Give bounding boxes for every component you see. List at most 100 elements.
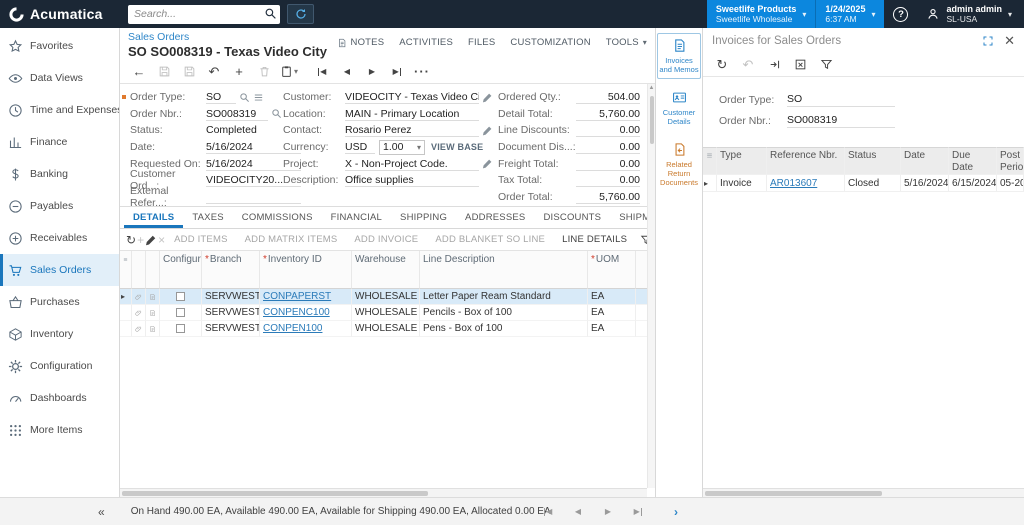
main-horizontal-scrollbar[interactable] — [120, 488, 647, 497]
sidebar-item-configuration[interactable]: Configuration — [0, 350, 119, 382]
external-reference-value[interactable] — [206, 190, 301, 204]
activities-button[interactable]: ACTIVITIES — [399, 37, 453, 48]
grid-row-1[interactable]: ▸ SERVWEST CONPAPERST WHOLESALE Letter P… — [120, 289, 655, 305]
column-header-uom[interactable]: UOM — [588, 251, 636, 289]
reference-nbr-link[interactable]: AR013607 — [770, 178, 817, 189]
add-invoice-button[interactable]: ADD INVOICE — [346, 234, 426, 245]
tab-taxes[interactable]: TAXES — [183, 207, 232, 228]
column-header-due-date[interactable]: Due Date — [949, 147, 997, 175]
uom-cell[interactable]: EA — [588, 289, 636, 305]
customer-value[interactable]: VIDEOCITY - Texas Video City — [345, 90, 479, 104]
pencil-icon[interactable] — [482, 92, 493, 103]
grid-row-3[interactable]: SERVWEST CONPEN100 WHOLESALE Pens - Box … — [120, 321, 655, 337]
contact-value[interactable]: Rosario Perez — [345, 123, 479, 137]
inventory-id-link[interactable]: CONPENC100 — [263, 307, 330, 318]
tab-shipping[interactable]: SHIPPING — [391, 207, 456, 228]
sidebar-item-more-items[interactable]: More Items — [0, 414, 119, 446]
pencil-icon[interactable] — [482, 125, 493, 136]
sidebar-item-time-and-expenses[interactable]: Time and Expenses — [0, 94, 119, 126]
lookup-icon[interactable] — [239, 92, 250, 103]
line-description-cell[interactable]: Pencils - Box of 100 — [420, 305, 588, 321]
delete-row-icon[interactable]: × — [158, 231, 165, 249]
business-date-picker[interactable]: 1/24/2025 6:37 AM ▾ — [816, 0, 884, 28]
column-header-branch[interactable]: Branch — [202, 251, 260, 289]
refresh-icon[interactable]: ↻ — [126, 231, 136, 249]
due-date-cell[interactable]: 6/15/2024 — [949, 175, 997, 192]
add-matrix-items-button[interactable]: ADD MATRIX ITEMS — [237, 234, 346, 245]
clipboard-menu-button[interactable]: ▾ — [278, 62, 300, 82]
add-items-button[interactable]: ADD ITEMS — [166, 234, 236, 245]
more-actions-button[interactable]: ··· — [411, 62, 433, 82]
warehouse-cell[interactable]: WHOLESALE — [352, 289, 420, 305]
cancel-changes-button[interactable]: ↶ — [203, 62, 225, 82]
customization-button[interactable]: CUSTOMIZATION — [510, 37, 590, 48]
panel-order-nbr-value[interactable]: SO008319 — [787, 113, 895, 128]
order-type-value[interactable]: SO — [206, 90, 236, 104]
next-record-button[interactable]: ▶ — [361, 62, 383, 82]
column-header-configurable[interactable]: Configurat — [160, 251, 202, 289]
tools-menu-button[interactable]: TOOLS▾ — [606, 37, 647, 48]
previous-page-button[interactable]: ◀ — [570, 504, 586, 520]
uom-cell[interactable]: EA — [588, 321, 636, 337]
previous-record-button[interactable]: ◀ — [336, 62, 358, 82]
column-header-line-description[interactable]: Line Description — [420, 251, 588, 289]
side-tab-invoices-and-memos[interactable]: Invoices and Memos — [657, 33, 701, 79]
column-header-status[interactable]: Status — [845, 147, 901, 175]
delete-record-button[interactable] — [253, 62, 275, 82]
scrollbar-thumb[interactable] — [650, 96, 654, 144]
sidebar-item-purchases[interactable]: Purchases — [0, 286, 119, 318]
project-value[interactable]: X - Non-Project Code. — [345, 157, 479, 171]
sidebar-item-data-views[interactable]: Data Views — [0, 62, 119, 94]
warehouse-cell[interactable]: WHOLESALE — [352, 305, 420, 321]
tab-commissions[interactable]: COMMISSIONS — [233, 207, 322, 228]
configurable-checkbox[interactable] — [176, 324, 185, 333]
fit-width-icon[interactable] — [767, 55, 781, 75]
configurable-checkbox[interactable] — [176, 308, 185, 317]
line-details-button[interactable]: LINE DETAILS — [554, 234, 635, 245]
location-value[interactable]: MAIN - Primary Location — [345, 107, 479, 121]
inventory-id-link[interactable]: CONPEN100 — [263, 323, 322, 334]
post-period-cell[interactable]: 05-2024 — [997, 175, 1024, 192]
line-description-cell[interactable]: Pens - Box of 100 — [420, 321, 588, 337]
date-cell[interactable]: 5/16/2024 — [901, 175, 949, 192]
sidebar-item-favorites[interactable]: Favorites — [0, 30, 119, 62]
expand-side-panel-icon[interactable]: › — [674, 505, 678, 519]
scrollbar-thumb[interactable] — [705, 491, 882, 496]
help-menu[interactable]: ? — [884, 0, 917, 28]
status-cell[interactable]: Closed — [845, 175, 901, 192]
column-header-post-period[interactable]: Post Period — [997, 147, 1024, 175]
search-input[interactable] — [128, 5, 280, 24]
grid-settings-cell[interactable] — [120, 251, 132, 289]
scrollbar-thumb[interactable] — [122, 491, 428, 496]
column-header-warehouse[interactable]: Warehouse — [352, 251, 420, 289]
invoice-row[interactable]: ▸ Invoice AR013607 Closed 5/16/2024 6/15… — [703, 175, 1024, 192]
recently-visited-button[interactable] — [287, 4, 314, 24]
sidebar-item-payables[interactable]: Payables — [0, 190, 119, 222]
currency-rate-select[interactable]: 1.00 ▾ — [379, 140, 425, 155]
edit-details-icon[interactable] — [253, 92, 264, 103]
uom-cell[interactable]: EA — [588, 305, 636, 321]
panel-order-type-value[interactable]: SO — [787, 92, 895, 107]
column-header-date[interactable]: Date — [901, 147, 949, 175]
column-header-inventory-id[interactable]: Inventory ID — [260, 251, 352, 289]
back-button[interactable]: ← — [128, 62, 150, 82]
tab-financial[interactable]: FINANCIAL — [322, 207, 391, 228]
lookup-icon[interactable] — [271, 108, 282, 119]
column-header-reference-nbr[interactable]: Reference Nbr. — [767, 147, 845, 175]
last-page-button[interactable]: ▶ — [630, 504, 646, 520]
currency-code-value[interactable]: USD — [345, 140, 375, 154]
undo-icon[interactable]: ↶ — [741, 55, 755, 75]
insert-record-button[interactable]: + — [228, 62, 250, 82]
type-cell[interactable]: Invoice — [717, 175, 767, 192]
edit-row-icon[interactable] — [145, 231, 157, 249]
add-blanket-so-line-button[interactable]: ADD BLANKET SO LINE — [427, 234, 553, 245]
export-to-excel-icon[interactable] — [793, 55, 807, 75]
first-record-button[interactable]: ◀ — [311, 62, 333, 82]
side-tab-customer-details[interactable]: Customer Details — [657, 85, 701, 131]
side-tab-related-return-documents[interactable]: Related Return Documents — [657, 137, 701, 192]
scroll-up-icon[interactable]: ▲ — [648, 85, 655, 91]
description-value[interactable]: Office supplies — [345, 173, 479, 187]
branch-cell[interactable]: SERVWEST — [202, 289, 260, 305]
save-and-close-button[interactable] — [153, 62, 175, 82]
line-description-cell[interactable]: Letter Paper Ream Standard — [420, 289, 588, 305]
